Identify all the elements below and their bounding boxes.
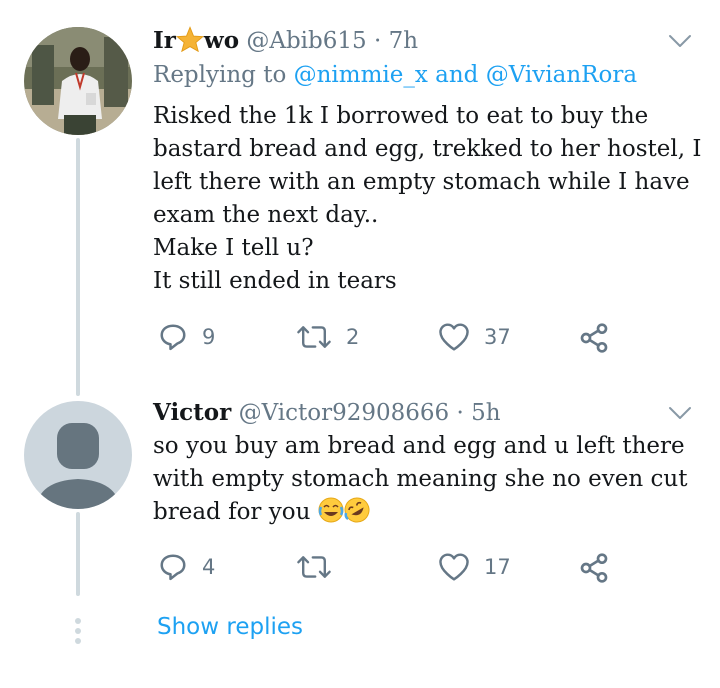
timestamp[interactable]: 7h (389, 28, 418, 54)
tweet-text-line: so you buy am bread and egg and u left t… (153, 433, 685, 459)
thread-dot (75, 638, 81, 644)
user-handle[interactable]: @Victor92908666 (239, 400, 450, 426)
tweet-header: Ir wo @Abib615 · 7h (153, 26, 418, 58)
tweet-text-line: It still ended in tears (153, 268, 397, 294)
like-button[interactable]: 37 (438, 322, 511, 352)
like-button[interactable]: 17 (438, 552, 511, 582)
replying-to: Replying to @nimmie_x and @VivianRora (153, 62, 638, 88)
share-icon (580, 323, 608, 353)
rolling-on-floor-laughing-emoji-icon (344, 497, 370, 533)
timestamp[interactable]: 5h (471, 400, 500, 426)
tweet-text-line-with-emoji: bread for you (153, 496, 370, 533)
reply-count: 9 (202, 325, 216, 349)
separator: · (456, 400, 464, 426)
show-replies-link[interactable]: Show replies (157, 614, 303, 640)
share-icon (580, 553, 608, 583)
share-button[interactable] (578, 322, 610, 354)
chevron-down-icon[interactable] (668, 33, 692, 49)
reply-button[interactable]: 9 (158, 322, 215, 352)
retweet-icon (297, 556, 331, 578)
tweet-header: Victor @Victor92908666 · 5h (153, 399, 501, 426)
star-emoji-icon (175, 26, 204, 58)
like-count: 37 (484, 325, 511, 349)
tweet-text-line: Risked the 1k I borrowed to eat to buy t… (153, 103, 649, 129)
tweet-text-line: left there with an empty stomach while I… (153, 169, 690, 195)
avatar[interactable] (24, 401, 132, 509)
avatar[interactable] (24, 27, 132, 135)
share-button[interactable] (578, 552, 610, 584)
display-name[interactable]: Ir wo (153, 26, 239, 54)
like-icon (439, 553, 469, 581)
like-count: 17 (484, 555, 511, 579)
reply-count: 4 (202, 555, 216, 579)
tweet-text-line: with empty stomach meaning she no even c… (153, 466, 688, 492)
reply-icon (160, 554, 186, 581)
tweet-text-line: bastard bread and egg, trekked to her ho… (153, 136, 702, 162)
reply-icon (160, 324, 186, 351)
reply-button[interactable]: 4 (158, 552, 215, 582)
thread-line (76, 512, 80, 596)
default-avatar-icon (24, 401, 132, 509)
thread-dot (75, 628, 81, 634)
tweet-text-line: Make I tell u? (153, 235, 314, 261)
mention-link[interactable]: @VivianRora (486, 62, 637, 88)
user-handle[interactable]: @Abib615 (246, 28, 366, 54)
mention-link[interactable]: @nimmie_x (294, 62, 428, 88)
retweet-icon (297, 326, 331, 348)
chevron-down-icon[interactable] (668, 405, 692, 421)
thread-line (76, 138, 80, 396)
like-icon (439, 323, 469, 351)
retweet-button[interactable]: 2 (296, 322, 359, 352)
retweet-count: 2 (346, 325, 360, 349)
display-name[interactable]: Victor (153, 399, 231, 426)
tweet-text-line: exam the next day.. (153, 202, 379, 228)
retweet-button[interactable] (296, 552, 346, 582)
thread-dot (75, 618, 81, 624)
face-with-tears-of-joy-emoji-icon (318, 497, 344, 533)
separator: · (373, 28, 382, 54)
